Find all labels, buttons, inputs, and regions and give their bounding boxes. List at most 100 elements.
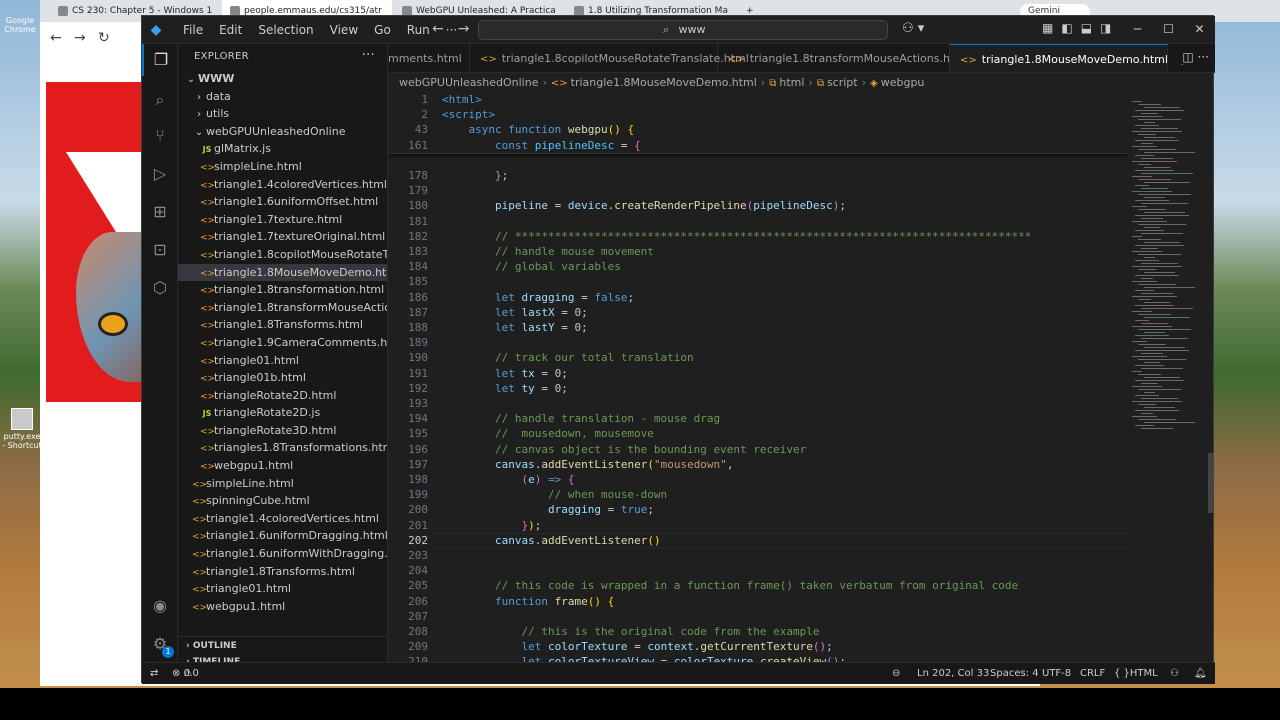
tree-folder[interactable]: › data [178,88,387,106]
tree-file[interactable]: <>triangle1.6uniformOffset.html [178,193,387,211]
menu-view[interactable]: View [322,22,366,38]
tree-file[interactable]: <>triangle1.6uniformWithDragging.html [178,545,387,563]
cursor-position[interactable]: Ln 202, Col 33 [917,663,989,684]
editor-tab-active[interactable]: <>triangle1.8MouseMoveDemo.html ● [950,44,1187,72]
tree-file[interactable]: <>triangles1.8Transformations.html [178,439,387,457]
tree-file[interactable]: <>triangle1.6uniformDragging.html [178,527,387,545]
accounts-icon[interactable]: ◉ [142,590,178,622]
tree-file[interactable]: <>triangle1.8MouseMoveDemo.html [178,263,387,282]
nav-back-icon[interactable]: ← [432,21,444,37]
tree-folder[interactable]: ⌄ WWW [178,70,387,88]
extensions-icon[interactable]: ⊞ [142,196,178,228]
copilot-icon[interactable]: ⚇ ▾ [902,21,924,36]
tree-file[interactable]: <>triangle01b.html [178,369,387,387]
editor-tab[interactable]: mments.html [388,44,470,72]
tree-file[interactable]: <>spinningCube.html [178,492,387,510]
nav-forward-icon[interactable]: → [458,21,470,37]
putty-desktop-shortcut[interactable]: putty.exe - Shortcut [2,408,42,450]
chrome-desktop-shortcut[interactable]: Google Chrome [0,0,40,38]
tree-label: triangle1.4coloredVertices.html [214,177,387,191]
minimize-icon[interactable]: ─ [1122,16,1153,43]
containers-icon[interactable]: ⬡ [142,272,178,304]
tree-file[interactable]: <>triangle01.html [178,352,387,370]
minimap-line [1135,155,1154,156]
zoom-icon[interactable]: ⊖ [892,663,900,684]
minimap-line [1135,410,1179,411]
menu-selection[interactable]: Selection [250,22,321,38]
reload-icon[interactable]: ↻ [98,30,110,46]
toggle-secondary-sidebar-icon[interactable]: ◨ [1100,21,1111,35]
editor-more-icon[interactable]: ··· [1198,50,1209,64]
toggle-panel-icon[interactable]: ⬓ [1081,21,1092,35]
tree-file[interactable]: <>triangle1.7textureOriginal.html [178,228,387,246]
line-ending[interactable]: CRLF [1080,663,1105,684]
run-debug-icon[interactable]: ▷ [142,158,178,190]
html-file-icon: <> [200,303,216,314]
tree-file[interactable]: <>triangle1.8transformation.html [178,281,387,299]
explorer-icon[interactable]: ❐ [142,44,178,76]
indentation[interactable]: Spaces: 4 [990,663,1039,684]
tree-file[interactable]: <>triangle1.4coloredVertices.html [178,510,387,528]
remote-icon[interactable]: ⇄ [150,663,158,684]
menu-go[interactable]: Go [366,22,399,38]
source-control-icon[interactable]: ⑂ [142,120,178,152]
minimap[interactable] [1128,93,1208,662]
forward-icon[interactable]: → [74,30,86,46]
breadcrumb-item[interactable]: html [779,76,804,89]
menu-file[interactable]: File [175,22,211,38]
tree-folder[interactable]: ⌄ webGPUUnleashedOnline [178,123,387,141]
menu-edit[interactable]: Edit [211,22,250,38]
sticky-scroll[interactable]: 1 <html> 2 <script> 43 async function webgpu… [388,93,1128,154]
breadcrumb-item[interactable]: webGPUUnleashedOnline [399,76,538,89]
tree-file[interactable]: JS glMatrix.js [178,140,387,158]
outline-section[interactable]: › OUTLINE [178,636,388,654]
breadcrumb-item[interactable]: triangle1.8MouseMoveDemo.html [571,76,757,89]
search-view-icon[interactable]: ⌕ [142,84,178,116]
tree-folder[interactable]: › utils [178,105,387,123]
minimap-line [1132,341,1147,342]
minimap-line [1144,392,1155,393]
tree-file[interactable]: <>webgpu1.html [178,457,387,475]
tree-file[interactable]: <>simpleLine.html [178,475,387,493]
breadcrumb-item[interactable]: webgpu [881,76,925,89]
editor-tab[interactable]: <> triangle1.8transformMouseActions.html [718,44,968,72]
back-icon[interactable]: ← [50,30,62,46]
manage-gear-icon[interactable]: ⚙ 1 [142,628,178,660]
tree-file[interactable]: <>simpleLine.html [178,158,387,176]
remote-explorer-icon[interactable]: ⊡ [142,234,178,266]
command-center-search[interactable]: ⌕ www [478,20,888,40]
problems-indicator[interactable]: ⊗ 0 ⚠ 0 [172,663,199,684]
tree-file[interactable]: <>triangle01.html [178,580,387,598]
tree-file[interactable]: <>triangle1.8Transforms.html [178,316,387,334]
split-editor-icon[interactable]: ◫ [1182,50,1193,64]
tree-file[interactable]: <>triangle1.4coloredVertices.html [178,176,387,194]
tree-file[interactable]: <>triangle1.8copilotMouseRotateTransl... [178,246,387,264]
tree-file[interactable]: JS triangleRotate2D.js [178,404,387,422]
copilot-status-icon[interactable]: ⚇ [1170,663,1179,684]
tree-file[interactable]: <>triangle1.9CameraComments.html [178,334,387,352]
maximize-icon[interactable]: ☐ [1153,16,1184,43]
tree-file[interactable]: <>triangleRotate2D.html [178,387,387,405]
code-line: // *************************************… [494,229,1032,243]
language-mode[interactable]: { } HTML [1114,663,1158,684]
encoding[interactable]: UTF-8 [1042,663,1071,684]
editor-tab[interactable]: <> triangle1.8copilotMouseRotateTranslate… [470,44,749,72]
tree-file[interactable]: <>triangle1.8transformMouseActions.h... [178,299,387,317]
file-tree: ⌄ WWW › data › utils ⌄ webGPUUnleashedOnline JS g… [178,70,387,615]
explorer-more-icon[interactable]: ··· [362,48,375,63]
scrollbar-thumb[interactable] [1208,453,1214,513]
tree-label: triangle1.8Transforms.html [206,564,355,578]
breadcrumb-item[interactable]: script [827,76,858,89]
close-icon[interactable]: ✕ [1184,16,1215,43]
minimap-line [1132,311,1152,312]
notifications-bell-icon[interactable]: 🔔︎ [1194,663,1207,684]
toggle-primary-sidebar-icon[interactable]: ◧ [1061,21,1072,35]
breadcrumb-chevron-icon: › [808,76,813,89]
code-editor[interactable]: 1 <html> 2 <script> 43 async function webgpu… [388,93,1128,662]
tree-file[interactable]: <>triangle1.8Transforms.html [178,563,387,581]
tree-file[interactable]: <>triangleRotate3D.html [178,422,387,440]
tree-file[interactable]: <>webgpu1.html [178,598,387,616]
editor-scrollbar[interactable] [1208,93,1214,662]
customize-layout-icon[interactable]: ▦ [1042,21,1053,35]
tree-file[interactable]: <>triangle1.7texture.html [178,211,387,229]
